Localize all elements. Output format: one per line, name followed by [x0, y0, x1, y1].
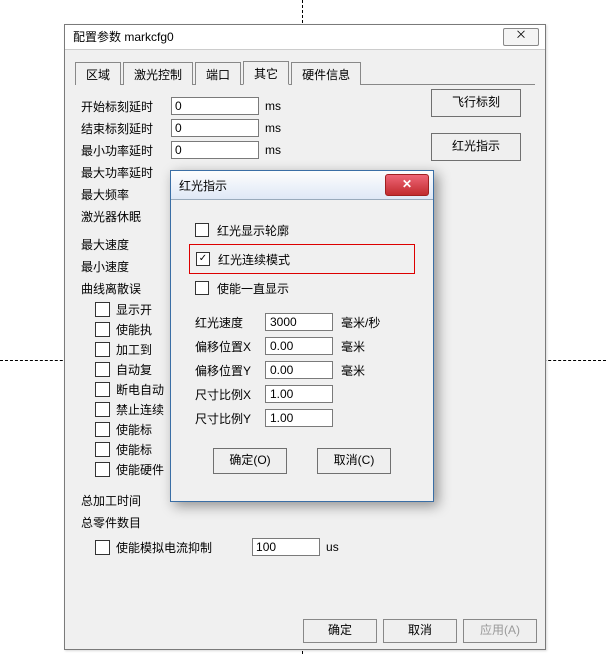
red-light-dialog: 红光指示 ✕ 红光显示轮廓 ✓ 红光连续模式 使能一直显示 红光速度 毫米/秒 偏移… — [170, 170, 434, 502]
check-label: 使能一直显示 — [217, 280, 289, 297]
checkbox[interactable] — [95, 302, 110, 317]
sub-label: 尺寸比例X — [195, 386, 265, 403]
highlight-box: ✓ 红光连续模式 — [189, 244, 415, 274]
analog-input[interactable] — [252, 538, 320, 556]
end-delay-input[interactable] — [171, 119, 259, 137]
checkbox[interactable] — [95, 362, 110, 377]
close-button[interactable]: ⨉ — [503, 28, 539, 46]
sub-label: 偏移位置Y — [195, 362, 265, 379]
cancel-button[interactable]: 取消 — [383, 619, 457, 643]
red-speed-input[interactable] — [265, 313, 333, 331]
check-label: 断电自动 — [116, 381, 164, 398]
unit: 毫米/秒 — [341, 314, 380, 331]
checkbox[interactable] — [95, 322, 110, 337]
sub-label: 尺寸比例Y — [195, 410, 265, 427]
param-label: 最大功率延时 — [81, 164, 171, 181]
unit: us — [326, 540, 339, 554]
checkbox[interactable] — [95, 342, 110, 357]
start-delay-input[interactable] — [171, 97, 259, 115]
tab-port[interactable]: 端口 — [195, 62, 241, 85]
analog-label: 使能模拟电流抑制 — [116, 539, 212, 556]
sub-cancel-button[interactable]: 取消(C) — [317, 448, 391, 474]
speed-label: 最大速度 — [81, 236, 171, 253]
scale-x-input[interactable] — [265, 385, 333, 403]
red-light-button[interactable]: 红光指示 — [431, 133, 521, 161]
unit: 毫米 — [341, 362, 365, 379]
sub-title: 红光指示 — [179, 177, 227, 194]
checkbox[interactable] — [95, 442, 110, 457]
check-label: 加工到 — [116, 341, 152, 358]
check-label: 使能硬件 — [116, 461, 164, 478]
always-show-checkbox[interactable] — [195, 281, 209, 295]
param-label: 最小功率延时 — [81, 142, 171, 159]
param-label: 最大频率 — [81, 186, 171, 203]
unit: ms — [265, 143, 281, 157]
checkbox[interactable] — [95, 422, 110, 437]
sub-label: 红光速度 — [195, 314, 265, 331]
check-label: 红光显示轮廓 — [217, 222, 289, 239]
check-label: 使能标 — [116, 441, 152, 458]
checkbox[interactable] — [95, 462, 110, 477]
check-label: 使能标 — [116, 421, 152, 438]
sub-body: 红光显示轮廓 ✓ 红光连续模式 使能一直显示 红光速度 毫米/秒 偏移位置X 毫米 偏… — [171, 200, 433, 482]
speed-label: 最小速度 — [81, 258, 171, 275]
total-label: 总加工时间 — [81, 492, 171, 509]
checkbox[interactable] — [95, 382, 110, 397]
analog-checkbox[interactable] — [95, 540, 110, 555]
fly-mark-button[interactable]: 飞行标刻 — [431, 89, 521, 117]
scale-y-input[interactable] — [265, 409, 333, 427]
dialog-buttons: 确定 取消 应用(A) — [303, 619, 537, 643]
offset-y-input[interactable] — [265, 361, 333, 379]
unit: ms — [265, 99, 281, 113]
tab-other[interactable]: 其它 — [243, 61, 289, 85]
sub-ok-button[interactable]: 确定(O) — [213, 448, 287, 474]
dialog-title: 配置参数 markcfg0 — [73, 30, 174, 44]
apply-button[interactable]: 应用(A) — [463, 619, 537, 643]
ok-button[interactable]: 确定 — [303, 619, 377, 643]
contour-checkbox[interactable] — [195, 223, 209, 237]
unit: 毫米 — [341, 338, 365, 355]
speed-label: 曲线离散误 — [81, 280, 171, 297]
check-label: 红光连续模式 — [218, 251, 290, 268]
offset-x-input[interactable] — [265, 337, 333, 355]
sub-close-button[interactable]: ✕ — [385, 174, 429, 196]
sub-titlebar: 红光指示 ✕ — [171, 171, 433, 200]
unit: ms — [265, 121, 281, 135]
titlebar: 配置参数 markcfg0 ⨉ — [65, 25, 545, 50]
tab-region[interactable]: 区域 — [75, 62, 121, 85]
checkbox[interactable] — [95, 402, 110, 417]
param-label: 开始标刻延时 — [81, 98, 171, 115]
param-label: 结束标刻延时 — [81, 120, 171, 137]
tab-strip: 区域 激光控制 端口 其它 硬件信息 — [75, 60, 535, 85]
sub-label: 偏移位置X — [195, 338, 265, 355]
continuous-checkbox[interactable]: ✓ — [196, 252, 210, 266]
check-label: 禁止连续 — [116, 401, 164, 418]
check-label: 使能执 — [116, 321, 152, 338]
check-label: 显示开 — [116, 301, 152, 318]
min-power-delay-input[interactable] — [171, 141, 259, 159]
sub-buttons: 确定(O) 取消(C) — [189, 448, 415, 474]
tab-laser[interactable]: 激光控制 — [123, 62, 193, 85]
tab-hardware[interactable]: 硬件信息 — [291, 62, 361, 85]
param-label: 激光器休眠 — [81, 208, 171, 225]
total-label: 总零件数目 — [81, 514, 171, 531]
check-label: 自动复 — [116, 361, 152, 378]
